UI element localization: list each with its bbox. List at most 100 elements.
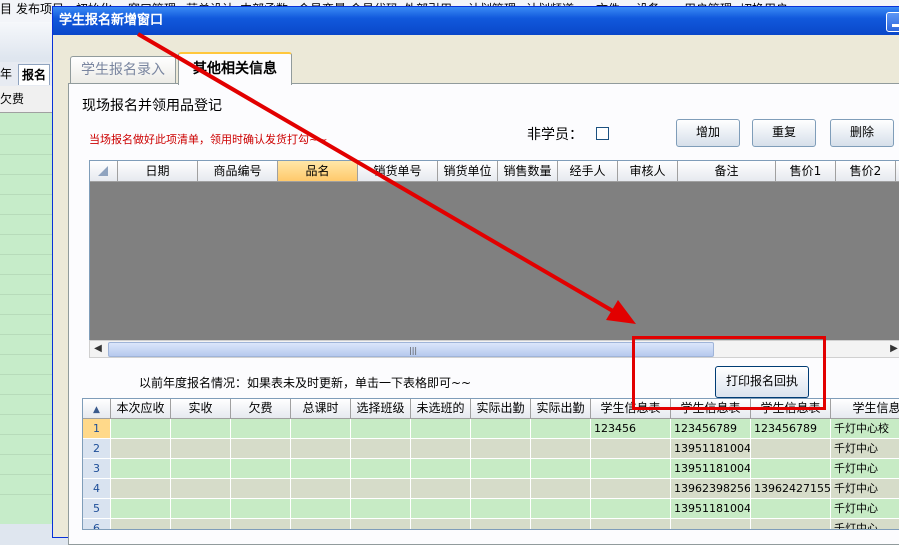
- table-cell[interactable]: 千灯中心: [831, 439, 899, 459]
- row-number[interactable]: 6: [83, 519, 111, 529]
- table-cell[interactable]: [111, 459, 171, 479]
- table-cell[interactable]: [531, 459, 591, 479]
- table-row[interactable]: 6 千灯中心: [83, 519, 899, 529]
- table-cell[interactable]: [751, 499, 831, 519]
- table-cell[interactable]: 千灯中心: [831, 459, 899, 479]
- table-cell[interactable]: [291, 499, 351, 519]
- column-header[interactable]: 备注: [678, 161, 776, 181]
- table-cell[interactable]: [231, 419, 291, 439]
- table-cell[interactable]: [231, 499, 291, 519]
- item-grid[interactable]: 日期 商品编号 品名 销货单号 销货单位 销售数量 经手人 审核人 备注 售价1…: [89, 160, 899, 342]
- table-cell[interactable]: [231, 439, 291, 459]
- table-cell[interactable]: [231, 519, 291, 529]
- table-cell[interactable]: 123456: [591, 419, 671, 439]
- table-cell[interactable]: [471, 519, 531, 529]
- table-cell[interactable]: [411, 459, 471, 479]
- column-header[interactable]: 销货单号: [358, 161, 438, 181]
- column-header[interactable]: 欠费: [231, 399, 291, 418]
- table-cell[interactable]: [111, 499, 171, 519]
- table-cell[interactable]: [291, 479, 351, 499]
- tab-other-info[interactable]: 其他相关信息: [178, 52, 292, 85]
- table-cell[interactable]: 123456789: [751, 419, 831, 439]
- table-cell[interactable]: [171, 459, 231, 479]
- column-header[interactable]: 售价1: [776, 161, 836, 181]
- table-cell[interactable]: [591, 519, 671, 529]
- column-header[interactable]: 本次应收: [111, 399, 171, 418]
- table-cell[interactable]: [471, 459, 531, 479]
- history-grid[interactable]: ▲ 本次应收 实收 欠费 总课时 选择班级 未选班的 实际出勤 实际出勤 学生信…: [82, 398, 899, 530]
- grid-corner[interactable]: ▲: [83, 399, 111, 418]
- table-cell[interactable]: [351, 459, 411, 479]
- table-cell[interactable]: 千灯中心校: [831, 419, 899, 439]
- column-header[interactable]: 实际出勤: [531, 399, 591, 418]
- table-row[interactable]: 5 13951181004 千灯中心: [83, 499, 899, 519]
- column-header[interactable]: 日期: [118, 161, 198, 181]
- column-header[interactable]: 商品编号: [198, 161, 278, 181]
- column-header[interactable]: 审核人: [618, 161, 678, 181]
- scroll-left-icon[interactable]: ◀: [90, 341, 106, 357]
- table-cell[interactable]: [231, 479, 291, 499]
- minimize-button[interactable]: [886, 12, 899, 32]
- column-header[interactable]: 售价2: [836, 161, 896, 181]
- row-number[interactable]: 1: [83, 419, 111, 439]
- table-cell[interactable]: [411, 499, 471, 519]
- table-cell[interactable]: [411, 519, 471, 529]
- repeat-button[interactable]: 重复: [752, 119, 816, 147]
- table-cell[interactable]: [111, 419, 171, 439]
- table-cell[interactable]: [591, 459, 671, 479]
- column-header[interactable]: 总课时: [291, 399, 351, 418]
- row-number[interactable]: 2: [83, 439, 111, 459]
- table-cell[interactable]: [351, 499, 411, 519]
- table-cell[interactable]: [471, 479, 531, 499]
- table-cell[interactable]: [351, 439, 411, 459]
- table-cell[interactable]: [171, 479, 231, 499]
- table-cell[interactable]: [111, 519, 171, 529]
- scroll-right-icon[interactable]: ▶: [886, 341, 899, 357]
- table-cell[interactable]: 13951181004: [671, 499, 751, 519]
- table-cell[interactable]: [531, 419, 591, 439]
- table-cell[interactable]: [411, 479, 471, 499]
- column-header[interactable]: 销售数量: [498, 161, 558, 181]
- column-header[interactable]: 销货单位: [438, 161, 498, 181]
- table-cell[interactable]: [671, 519, 751, 529]
- table-cell[interactable]: [171, 419, 231, 439]
- table-cell[interactable]: [751, 459, 831, 479]
- tab-student-registration[interactable]: 学生报名录入: [70, 56, 176, 83]
- bg-tab[interactable]: 年: [0, 64, 12, 84]
- scroll-thumb[interactable]: |||: [108, 342, 714, 357]
- table-cell[interactable]: [471, 439, 531, 459]
- table-cell[interactable]: 千灯中心: [831, 479, 899, 499]
- window-titlebar[interactable]: 学生报名新增窗口: [53, 7, 899, 35]
- column-header-selected[interactable]: 品名: [278, 161, 358, 181]
- table-row[interactable]: 2 13951181004 千灯中心: [83, 439, 899, 459]
- table-cell[interactable]: [531, 519, 591, 529]
- column-header[interactable]: 未选班的: [411, 399, 471, 418]
- table-cell[interactable]: [751, 519, 831, 529]
- table-cell[interactable]: [531, 499, 591, 519]
- table-cell[interactable]: [531, 479, 591, 499]
- table-cell[interactable]: [591, 499, 671, 519]
- table-cell[interactable]: [111, 439, 171, 459]
- bg-menu-item[interactable]: 目: [0, 0, 12, 22]
- grid-corner[interactable]: [90, 161, 118, 181]
- table-cell[interactable]: [471, 499, 531, 519]
- column-header[interactable]: 经手人: [558, 161, 618, 181]
- column-header[interactable]: 学生信息: [831, 399, 899, 418]
- table-cell[interactable]: 13951181004: [671, 439, 751, 459]
- table-cell[interactable]: [231, 459, 291, 479]
- table-cell[interactable]: [471, 419, 531, 439]
- delete-button[interactable]: 删除: [830, 119, 894, 147]
- nonmember-checkbox[interactable]: [596, 127, 609, 140]
- table-cell[interactable]: [291, 459, 351, 479]
- table-cell[interactable]: [351, 479, 411, 499]
- table-cell[interactable]: 千灯中心: [831, 519, 899, 529]
- table-cell[interactable]: [591, 439, 671, 459]
- table-cell[interactable]: [111, 479, 171, 499]
- table-cell[interactable]: [351, 519, 411, 529]
- table-row[interactable]: 1 123456 123456789 123456789 千灯中心校: [83, 419, 899, 439]
- table-cell[interactable]: [751, 439, 831, 459]
- row-number[interactable]: 5: [83, 499, 111, 519]
- row-number[interactable]: 4: [83, 479, 111, 499]
- table-cell[interactable]: [171, 519, 231, 529]
- table-cell[interactable]: 千灯中心: [831, 499, 899, 519]
